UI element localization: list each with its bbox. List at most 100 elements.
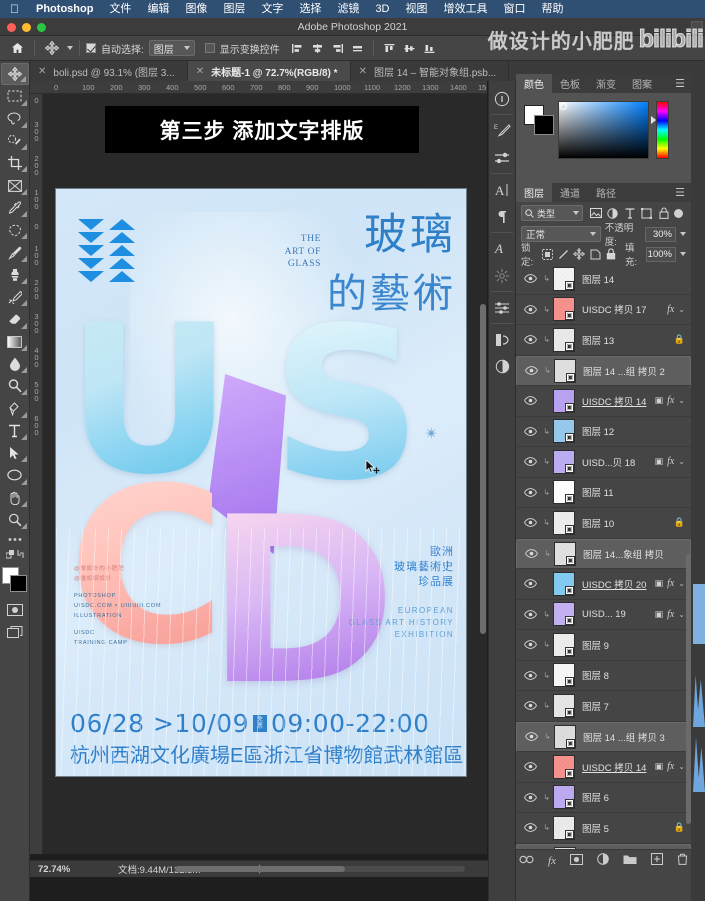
layer-thumbnail[interactable]: ▣ (553, 297, 575, 322)
layer-thumbnail[interactable]: ▣ (553, 571, 575, 596)
layer-row[interactable]: ↳ ▣ 图层 7 (516, 691, 691, 722)
character-panel-icon[interactable]: A (489, 176, 515, 203)
apple-logo-icon[interactable]:  (6, 3, 28, 15)
layer-visibility-icon[interactable] (520, 579, 540, 589)
layer-thumbnail[interactable]: ▣ (553, 754, 575, 779)
align-right-icon[interactable] (328, 39, 347, 58)
layer-thumbnail[interactable]: ▣ (553, 693, 575, 718)
background-color-swatch[interactable] (9, 575, 27, 593)
lock-position-icon[interactable] (573, 247, 586, 262)
layer-thumbnail[interactable]: ▣ (553, 327, 575, 352)
add-mask-icon[interactable] (569, 853, 583, 868)
menu-item-select[interactable]: 选择 (291, 0, 329, 18)
layer-name[interactable]: 图层 7 (575, 699, 685, 713)
layer-name[interactable]: UISDC 拷贝 17 (575, 302, 667, 316)
align-left-icon[interactable] (288, 39, 307, 58)
layer-thumbnail[interactable]: ▣ (554, 724, 576, 749)
panel-menu-icon[interactable]: ☰ (669, 183, 691, 202)
shape-filter-icon[interactable] (638, 205, 655, 222)
screen-mode-icon[interactable] (1, 622, 29, 644)
color-panel[interactable] (516, 93, 691, 183)
distribute-top-icon[interactable] (380, 39, 399, 58)
auto-select-dropdown[interactable]: 图层 (148, 40, 195, 56)
chevron-down-icon[interactable]: ⌄ (678, 396, 685, 405)
default-colors-icon[interactable] (1, 547, 29, 563)
layer-thumbnail[interactable]: ▣ (554, 541, 576, 566)
canvas-vertical-scrollbar[interactable] (480, 94, 486, 794)
quick-selection-tool[interactable] (1, 130, 29, 152)
align-center-horizontal-icon[interactable] (308, 39, 327, 58)
layer-fx-icon[interactable]: fx (667, 609, 674, 620)
layer-visibility-icon[interactable] (520, 670, 540, 680)
vertical-ruler[interactable]: 0 300 200 100 0 100 200 300 400 500 600 (30, 94, 43, 854)
layer-name[interactable]: UISDC 拷贝 20 (575, 577, 655, 591)
close-icon[interactable]: ✕ (359, 66, 367, 77)
layer-fx-icon[interactable]: fx (667, 578, 674, 589)
layer-row[interactable]: ↳ ▣ 图层 9 (516, 630, 691, 661)
brush-settings-icon[interactable]: E (489, 117, 515, 144)
layer-row[interactable]: ↳ ▣ 图层 6 (516, 783, 691, 813)
chevron-down-icon[interactable]: ⌄ (678, 762, 685, 771)
menu-item-edit[interactable]: 编辑 (139, 0, 177, 18)
layer-name[interactable]: 图层 8 (575, 668, 685, 682)
layer-row[interactable]: ↳ ▣ 图层 10 🔒 (516, 508, 691, 539)
layer-name[interactable]: 图层 12 (575, 424, 685, 438)
document-tab-untitled[interactable]: ✕ 未标题-1 @ 72.7%(RGB/8) * (187, 61, 351, 81)
info-panel-icon[interactable] (489, 85, 515, 112)
layer-row[interactable]: ↳ ▣ 图层 11 (516, 478, 691, 508)
chevron-down-icon[interactable]: ⌄ (678, 305, 685, 314)
layer-row[interactable]: ↳ ▣ UISDC 拷贝 17 fx ⌄ (516, 295, 691, 325)
marquee-tool[interactable] (1, 85, 29, 107)
layer-visibility-icon[interactable] (521, 366, 541, 376)
tab-swatches[interactable]: 色板 (552, 74, 588, 93)
fill-value[interactable]: 100% (645, 246, 676, 262)
layer-visibility-icon[interactable] (520, 823, 540, 833)
tab-patterns[interactable]: 图案 (624, 74, 660, 93)
layer-row[interactable]: ↳ ▣ UISD...贝 18 ▣ fx ⌄ (516, 447, 691, 478)
layer-visibility-icon[interactable] (520, 487, 540, 497)
gradient-tool[interactable] (1, 331, 29, 353)
poster-artwork[interactable]: U S C D THE ART OF GLASS 玻璃 的藝術 ✴ @做設計的小… (55, 188, 467, 777)
document-tab-smartobject[interactable]: ✕ 图层 14 – 智能对象组.psb... (350, 61, 510, 81)
layer-visibility-icon[interactable] (521, 732, 541, 742)
path-selection-tool[interactable] (1, 442, 29, 464)
crop-tool[interactable] (1, 152, 29, 174)
tab-gradients[interactable]: 渐变 (588, 74, 624, 93)
layer-row[interactable]: ↳ ▣ 图层 12 (516, 417, 691, 447)
layer-thumbnail[interactable]: ▣ (554, 358, 576, 383)
chevron-down-icon[interactable]: ⌄ (678, 610, 685, 619)
auto-select-checkbox[interactable] (86, 43, 96, 53)
layer-row[interactable]: ↳ ▣ UISD... 19 ▣ fx ⌄ (516, 600, 691, 630)
layer-visibility-icon[interactable] (520, 792, 540, 802)
adjustment-filter-icon[interactable] (604, 205, 621, 222)
layer-fx-icon[interactable]: fx (667, 761, 674, 772)
pixel-filter-icon[interactable] (587, 205, 604, 222)
distribute-middle-icon[interactable] (400, 39, 419, 58)
pen-tool[interactable] (1, 397, 29, 419)
layer-name[interactable]: UISD...贝 18 (575, 455, 655, 469)
layer-name[interactable]: 图层 14 ...组 拷贝 3 (576, 730, 680, 744)
edit-toolbar-ellipsis-icon[interactable] (1, 531, 29, 547)
menu-app-name[interactable]: Photoshop (28, 0, 101, 18)
lock-all-icon[interactable] (605, 247, 617, 262)
lock-transparent-icon[interactable] (542, 247, 554, 262)
panel-collapse-button[interactable] (691, 21, 703, 33)
smart-object-filter-icon[interactable] (655, 205, 672, 222)
layer-thumbnail[interactable]: ▣ (553, 480, 575, 505)
new-group-icon[interactable] (623, 854, 637, 868)
layer-name[interactable]: UISDC 拷贝 14 (575, 760, 655, 774)
tab-channels[interactable]: 通道 (552, 183, 588, 202)
menu-item-3d[interactable]: 3D (367, 0, 397, 18)
opacity-value[interactable]: 30% (645, 226, 676, 242)
new-layer-icon[interactable] (650, 853, 663, 868)
layer-name[interactable]: 图层 14...象组 拷贝 (576, 547, 680, 561)
document-tab-boli[interactable]: ✕ boli.psd @ 93.1% (图层 3... (30, 61, 188, 81)
tab-paths[interactable]: 路径 (588, 183, 624, 202)
color-panel-swatches[interactable] (524, 105, 554, 135)
layer-row[interactable]: ↳ ▣ 图层 14...象组 拷贝 (516, 538, 691, 569)
delete-layer-icon[interactable] (677, 853, 688, 868)
properties-icon[interactable] (489, 294, 515, 321)
fill-chevron-icon[interactable] (679, 252, 686, 256)
align-bottom-edges-icon[interactable] (348, 39, 367, 58)
layer-thumbnail[interactable]: ▣ (554, 846, 576, 849)
